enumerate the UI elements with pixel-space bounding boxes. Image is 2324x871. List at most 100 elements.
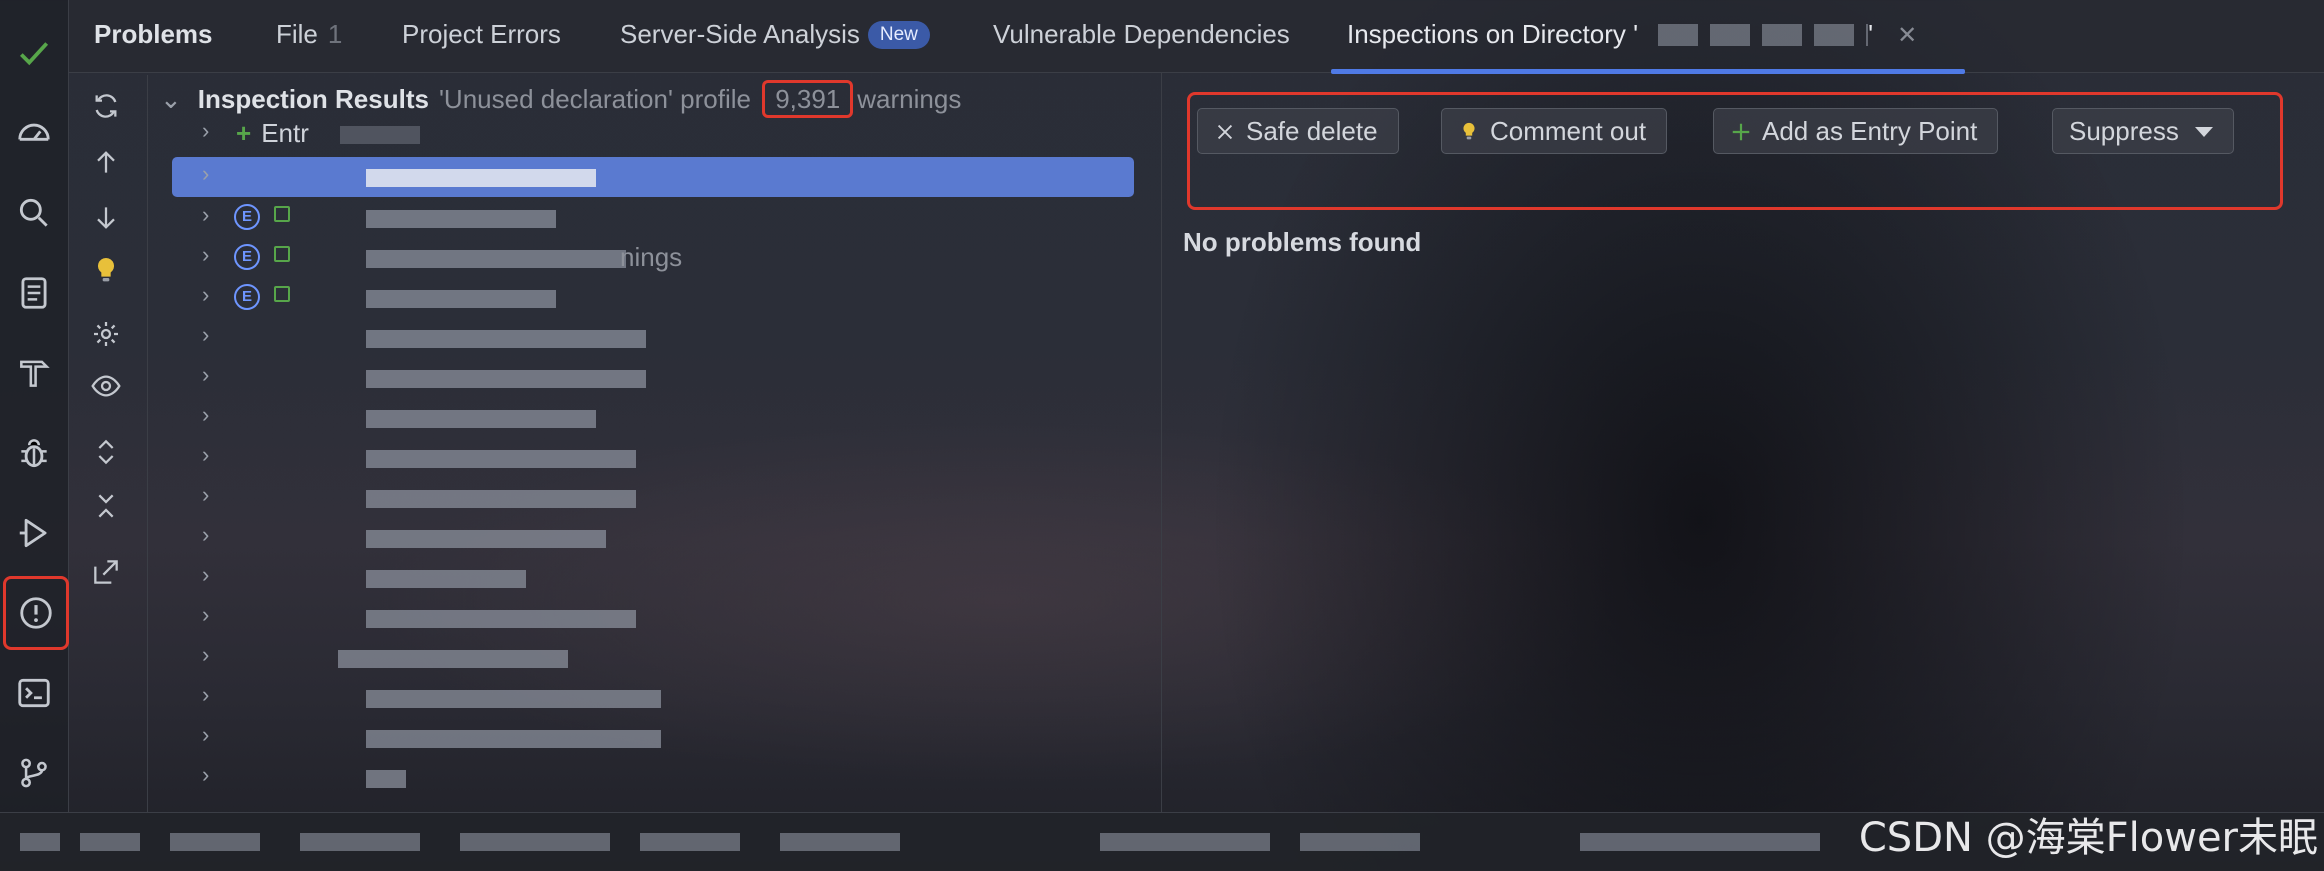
chevron-right-icon[interactable]: ›	[202, 724, 220, 746]
bulb-icon[interactable]	[85, 249, 127, 291]
redacted-text	[366, 250, 626, 268]
chevron-right-icon[interactable]: ›	[202, 764, 220, 786]
chevron-right-icon[interactable]: ›	[202, 684, 220, 706]
tree-row[interactable]: ›	[150, 678, 1150, 718]
check-icon[interactable]	[5, 24, 63, 82]
tab-file-count: 1	[327, 19, 343, 49]
close-tab-icon[interactable]: ✕	[1897, 22, 1917, 49]
tree-row[interactable]: ›	[150, 518, 1150, 558]
tab-file[interactable]: File 1	[276, 0, 342, 72]
tree-row[interactable]: ›	[150, 358, 1150, 398]
status-segment	[170, 833, 260, 851]
entry-points-label: Entr	[261, 118, 309, 148]
inspection-results-title: Inspection Results	[197, 84, 429, 114]
inspection-tree: ⌄ Inspection Results 'Unused declaration' …	[150, 72, 1160, 812]
status-segment	[460, 833, 610, 851]
tree-row[interactable]: ›	[150, 718, 1150, 758]
chevron-right-icon[interactable]: ›	[202, 484, 220, 506]
tree-row[interactable]: ›	[150, 478, 1150, 518]
hammer-icon[interactable]	[5, 344, 63, 402]
add-entry-point-button[interactable]: Add as Entry Point	[1713, 108, 1999, 154]
chevron-right-icon[interactable]: ›	[202, 204, 220, 226]
lock-icon	[274, 206, 290, 222]
lock-icon	[274, 246, 290, 262]
redacted-text	[366, 490, 636, 508]
arrow-up-icon[interactable]	[85, 141, 127, 183]
tree-row[interactable]: ›	[150, 758, 1150, 798]
no-problems-message: No problems found	[1183, 227, 1422, 257]
redacted-text	[366, 770, 406, 788]
dashboard-icon[interactable]	[5, 104, 63, 162]
tree-row-selected[interactable]: ›	[150, 157, 1150, 197]
terminal-icon[interactable]	[5, 664, 63, 722]
chevron-down-icon[interactable]: ⌄	[160, 84, 182, 114]
tree-row[interactable]: ›	[150, 398, 1150, 438]
selection-highlight	[172, 157, 1134, 197]
chevron-right-icon[interactable]: ›	[202, 644, 220, 666]
redacted-text	[366, 610, 636, 628]
bug-icon[interactable]	[5, 424, 63, 482]
tab-inspections-suffix: '	[1868, 19, 1874, 49]
tree-row[interactable]: ›	[150, 558, 1150, 598]
tree-row[interactable]: ›	[150, 598, 1150, 638]
chevron-right-icon[interactable]: ›	[202, 364, 220, 386]
chevron-right-icon[interactable]: ›	[202, 163, 220, 185]
warnings-label: warnings	[857, 84, 962, 114]
plus-icon: +	[236, 118, 252, 148]
tree-row[interactable]: › E	[150, 278, 1150, 318]
gear-icon[interactable]	[85, 313, 127, 355]
redacted-text	[366, 169, 596, 187]
comment-out-button[interactable]: Comment out	[1441, 108, 1668, 154]
chevron-right-icon[interactable]: ›	[202, 524, 220, 546]
tree-row[interactable]: ›	[150, 318, 1150, 358]
tab-vulnerable-dependencies[interactable]: Vulnerable Dependencies	[993, 0, 1290, 72]
caret-down-icon	[2194, 127, 2213, 137]
redacted-text	[366, 210, 556, 228]
collapse-icon[interactable]	[85, 485, 127, 527]
chevron-right-icon[interactable]: ›	[202, 284, 220, 306]
run-icon[interactable]	[5, 504, 63, 562]
suppress-dropdown[interactable]: Suppress	[2052, 108, 2234, 154]
chevron-right-icon[interactable]: ›	[202, 120, 220, 142]
document-icon[interactable]	[5, 264, 63, 322]
tree-row-entry-points[interactable]: › + Entr	[150, 114, 1150, 154]
status-segment	[640, 833, 740, 851]
redacted-text	[366, 370, 646, 388]
close-icon	[1217, 124, 1233, 140]
csdn-watermark: CSDN @海棠Flower未眠	[1858, 815, 2318, 861]
redacted-text	[366, 410, 596, 428]
search-icon[interactable]	[5, 184, 63, 242]
tab-server-side-analysis[interactable]: Server-Side Analysis New	[620, 0, 930, 72]
enum-icon: E	[234, 244, 260, 270]
safe-delete-button[interactable]: Safe delete	[1197, 108, 1399, 154]
new-badge: New	[867, 21, 930, 49]
expand-icon[interactable]	[85, 431, 127, 473]
tree-row[interactable]: ›	[150, 638, 1150, 678]
tree-row[interactable]: ›	[150, 438, 1150, 478]
chevron-right-icon[interactable]: ›	[202, 404, 220, 426]
tab-inspections-label: Inspections on Directory '	[1347, 19, 1639, 49]
status-segment	[780, 833, 900, 851]
refresh-icon[interactable]	[85, 85, 127, 127]
tab-project-errors[interactable]: Project Errors	[402, 0, 561, 72]
chevron-right-icon[interactable]: ›	[202, 244, 220, 266]
eye-icon[interactable]	[85, 365, 127, 407]
chevron-right-icon[interactable]: ›	[202, 444, 220, 466]
chevron-right-icon[interactable]: ›	[202, 604, 220, 626]
tree-row-label: + Entr	[236, 118, 309, 149]
tree-root[interactable]: ⌄ Inspection Results 'Unused declaration' …	[160, 80, 962, 118]
tree-row[interactable]: › E	[150, 198, 1150, 238]
chevron-right-icon[interactable]: ›	[202, 324, 220, 346]
chevron-right-icon[interactable]: ›	[202, 564, 220, 586]
git-branch-icon[interactable]	[5, 744, 63, 802]
tab-inspections-on-directory[interactable]: Inspections on Directory ' ' ✕	[1331, 0, 1966, 74]
problems-icon[interactable]	[3, 576, 69, 650]
export-icon[interactable]	[85, 551, 127, 593]
arrow-down-icon[interactable]	[85, 197, 127, 239]
redacted-text	[366, 330, 646, 348]
problems-tab-bar: Problems File 1 Project Errors Server-Sid…	[69, 0, 2324, 74]
comment-out-label: Comment out	[1490, 116, 1647, 146]
redacted-text	[340, 126, 420, 144]
tree-row[interactable]: › E nings	[150, 238, 1150, 278]
redacted-text	[366, 290, 556, 308]
